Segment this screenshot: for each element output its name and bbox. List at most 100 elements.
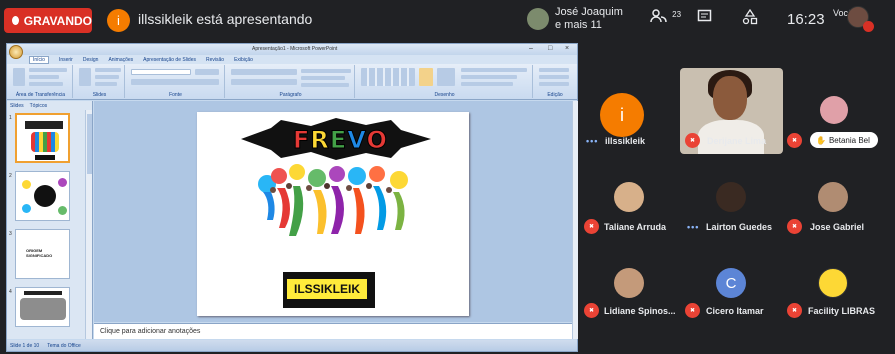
activities-icon — [742, 8, 758, 25]
slide-thumbnail[interactable] — [15, 171, 70, 221]
participant-name: Taliane Arruda — [604, 222, 667, 232]
ppt-ribbon: Área de Transferência Slides Fonte Parág… — [7, 64, 577, 100]
dancers-illustration — [253, 162, 413, 254]
ppt-tab-inserir[interactable]: Inserir — [59, 57, 73, 63]
chat-icon — [697, 9, 712, 22]
minimize-icon[interactable]: – — [529, 45, 533, 52]
mic-off-icon — [584, 303, 599, 318]
people-icon — [650, 9, 667, 23]
title-letter: R — [310, 126, 330, 155]
banner-text: ILSSIKLEIK — [287, 279, 367, 299]
participant-avatar — [818, 182, 848, 212]
tab-slides[interactable]: Slides — [10, 103, 24, 109]
mic-off-icon — [787, 303, 802, 318]
hand-icon: ✋ — [816, 135, 826, 145]
maximize-icon[interactable]: □ — [548, 45, 552, 52]
ribbon-group-label: Área de Transferência — [15, 92, 66, 98]
clock: 16:23 — [787, 11, 825, 28]
mic-off-icon — [787, 133, 802, 148]
participant-avatar — [614, 268, 644, 298]
ribbon-group-label: Edição — [547, 92, 563, 98]
name-banner: ILSSIKLEIK — [283, 272, 375, 308]
ppt-tab-inicio[interactable]: Início — [29, 55, 49, 64]
ppt-tab-apresentacao[interactable]: Apresentação de Slides — [143, 57, 196, 63]
ppt-tab-design[interactable]: Design — [83, 57, 99, 63]
thumb-text: ORIGEM SIGNIFICADO — [26, 248, 53, 258]
presenting-text: illssikleik está apresentando — [138, 11, 313, 27]
office-button-icon[interactable] — [9, 45, 23, 59]
ppt-title-bar: Apresentação1 - Microsoft PowerPoint – □… — [7, 44, 577, 59]
participant-name: Facility LIBRAS — [808, 306, 876, 316]
participant-avatar — [716, 182, 746, 212]
mic-off-icon — [685, 133, 700, 148]
tab-topicos[interactable]: Tópicos — [30, 103, 48, 109]
shared-screen: Apresentação1 - Microsoft PowerPoint – □… — [6, 43, 578, 352]
chat-button[interactable] — [697, 9, 712, 28]
meet-window: GRAVANDO i illssikleik está apresentando… — [0, 0, 895, 354]
mic-off-icon — [584, 219, 599, 234]
thumb-number: 2 — [9, 173, 12, 179]
frevo-title-art: FREVO — [241, 118, 431, 160]
participant-avatar — [820, 96, 848, 124]
title-letter: V — [347, 126, 367, 155]
participant-name: Lairton Guedes — [706, 222, 773, 232]
slide-counter: Slide 1 de 10 — [10, 342, 40, 349]
participant-avatar — [614, 182, 644, 212]
edit-scrollbar[interactable] — [572, 101, 578, 339]
slides-scrollbar[interactable] — [85, 110, 92, 339]
slide-title: FREVO — [292, 126, 388, 155]
ribbon-group-slides: Slides — [75, 65, 125, 98]
facility-logo — [818, 268, 848, 298]
others-name: José Joaquim — [555, 6, 623, 18]
notes-pane[interactable]: Clique para adicionar anotações — [94, 323, 572, 339]
ppt-tab-revisao[interactable]: Revisão — [206, 57, 224, 63]
title-letter: O — [366, 126, 388, 155]
people-button[interactable]: 23 — [650, 9, 681, 27]
participant-avatar: C — [716, 268, 746, 298]
ppt-tab-animacoes[interactable]: Animações — [108, 57, 133, 63]
participant-name: Betania Bel — [828, 135, 870, 145]
thumb-number: 3 — [9, 231, 12, 237]
ppt-status-bar: Slide 1 de 10 Tema do Office — [7, 340, 577, 351]
mic-off-icon — [787, 219, 802, 234]
thumb-number: 4 — [9, 289, 12, 295]
participant-name: illssikleik — [605, 136, 646, 146]
pinned-participant-label[interactable]: ✋ Betania Bel — [810, 132, 878, 148]
ribbon-group-paragraph: Parágrafo — [227, 65, 355, 98]
title-letter: E — [329, 126, 348, 155]
participant-avatar: i — [600, 93, 644, 137]
ribbon-group-label: Parágrafo — [279, 92, 302, 98]
activities-button[interactable] — [742, 8, 758, 29]
participants-count: 23 — [672, 10, 682, 19]
slide-thumbnail[interactable] — [15, 287, 70, 327]
slide-thumbnail[interactable] — [15, 113, 70, 163]
avatar — [527, 8, 549, 30]
thumb-number: 1 — [9, 115, 12, 121]
ribbon-group-editing: Edição — [535, 65, 575, 98]
mic-off-icon — [685, 303, 700, 318]
title-letter: F — [292, 126, 311, 155]
self-tile[interactable]: Você — [833, 6, 874, 32]
current-slide[interactable]: FREVO ILSSIKLEIK — [197, 112, 469, 316]
ribbon-group-label: Fonte — [169, 92, 182, 98]
ribbon-group-clipboard: Área de Transferência — [9, 65, 73, 98]
speaking-indicator-icon: ••• — [687, 222, 700, 232]
ppt-tab-exibicao[interactable]: Exibição — [234, 57, 253, 63]
theme-name: Tema do Office — [47, 342, 81, 349]
ribbon-group-font: Fonte — [127, 65, 225, 98]
slide-edit-area: FREVO ILSSIKLEIK — [94, 101, 572, 322]
close-icon[interactable]: × — [565, 45, 569, 52]
ppt-ribbon-tabs: Início Inserir Design Animações Apresent… — [7, 55, 577, 64]
participant-name: Cicero Itamar — [706, 306, 764, 316]
slides-panel: Slides Tópicos 1 2 3 ORIGEM SIGNIFICADO … — [7, 101, 93, 339]
ribbon-group-label: Slides — [92, 92, 107, 98]
mic-off-icon — [863, 21, 874, 32]
top-bar: GRAVANDO i illssikleik está apresentando… — [0, 0, 895, 40]
slide-thumbnail[interactable]: ORIGEM SIGNIFICADO — [15, 229, 70, 279]
participant-name: Jose Gabriel — [810, 222, 865, 232]
others-count: e mais 11 — [555, 19, 602, 31]
ribbon-group-drawing: Desenho — [357, 65, 533, 98]
ribbon-group-label: Desenho — [434, 92, 455, 98]
recording-badge[interactable]: GRAVANDO — [4, 8, 92, 33]
other-presenters[interactable]: José Joaquim e mais 11 — [527, 6, 623, 32]
